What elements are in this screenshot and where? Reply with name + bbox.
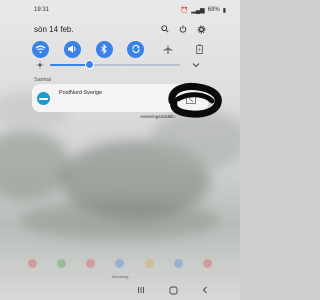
- recents-icon: [138, 287, 144, 293]
- dock-app-icon: [173, 258, 183, 268]
- dock-app-icon: [86, 258, 96, 268]
- airplane-icon: [163, 44, 173, 54]
- quick-settings-row: [32, 38, 208, 60]
- speaker-icon: [68, 45, 76, 53]
- sun-icon: [36, 61, 44, 69]
- postnord-icon: [37, 92, 50, 105]
- dock-app-icon: [57, 258, 67, 268]
- back-chevron-icon: [202, 286, 207, 294]
- battery-icon: [196, 44, 203, 54]
- home-button[interactable]: [168, 285, 178, 295]
- power-icon[interactable]: [178, 24, 188, 34]
- settings-gear-icon[interactable]: [196, 24, 206, 34]
- dock-app-icon: [28, 258, 37, 268]
- auto-rotate-toggle[interactable]: [127, 40, 145, 58]
- alarm-icon: ⏰: [180, 7, 189, 14]
- back-button[interactable]: [200, 285, 210, 295]
- notification-settings-link[interactable]: Aviseringsinställn.: [140, 114, 176, 119]
- status-icons: ⏰ ▂▄▆ 69% ▮: [181, 7, 226, 14]
- dock-app-icon: [115, 258, 125, 268]
- panel-header: sön 14 feb.: [34, 23, 206, 35]
- rotate-icon: [132, 44, 140, 54]
- signal-icon: ▂▄▆: [191, 7, 205, 14]
- battery-status-icon: ▮: [222, 7, 226, 14]
- brightness-thumb[interactable]: [84, 60, 94, 69]
- recents-button[interactable]: [136, 285, 146, 295]
- notification-app-name: PostNord Sverige: [59, 90, 103, 96]
- airplane-mode-toggle[interactable]: [159, 41, 176, 58]
- dock-app-icon: [202, 258, 212, 268]
- wifi-toggle[interactable]: [32, 40, 49, 58]
- date-label: sön 14 feb.: [34, 24, 74, 34]
- bluetooth-toggle[interactable]: [95, 40, 113, 58]
- sound-toggle[interactable]: [63, 40, 81, 58]
- power-saving-toggle[interactable]: [191, 41, 208, 58]
- chevron-down-icon[interactable]: [192, 61, 200, 69]
- dock-app-icon: [144, 258, 154, 268]
- status-time: 19:31: [34, 7, 50, 13]
- brightness-fill: [50, 64, 89, 66]
- status-bar: 19:31 ⏰ ▂▄▆ 69% ▮: [0, 0, 240, 20]
- carrier-label: Samsung: [111, 274, 129, 279]
- bluetooth-icon: [101, 44, 107, 54]
- brightness-slider[interactable]: [36, 60, 200, 70]
- battery-status-label: 69%: [207, 7, 220, 13]
- home-icon: [169, 286, 177, 294]
- home-dock: [28, 256, 212, 270]
- notification-section-label: Samtal: [34, 77, 52, 83]
- search-icon[interactable]: [160, 24, 170, 34]
- wifi-icon: [35, 45, 46, 53]
